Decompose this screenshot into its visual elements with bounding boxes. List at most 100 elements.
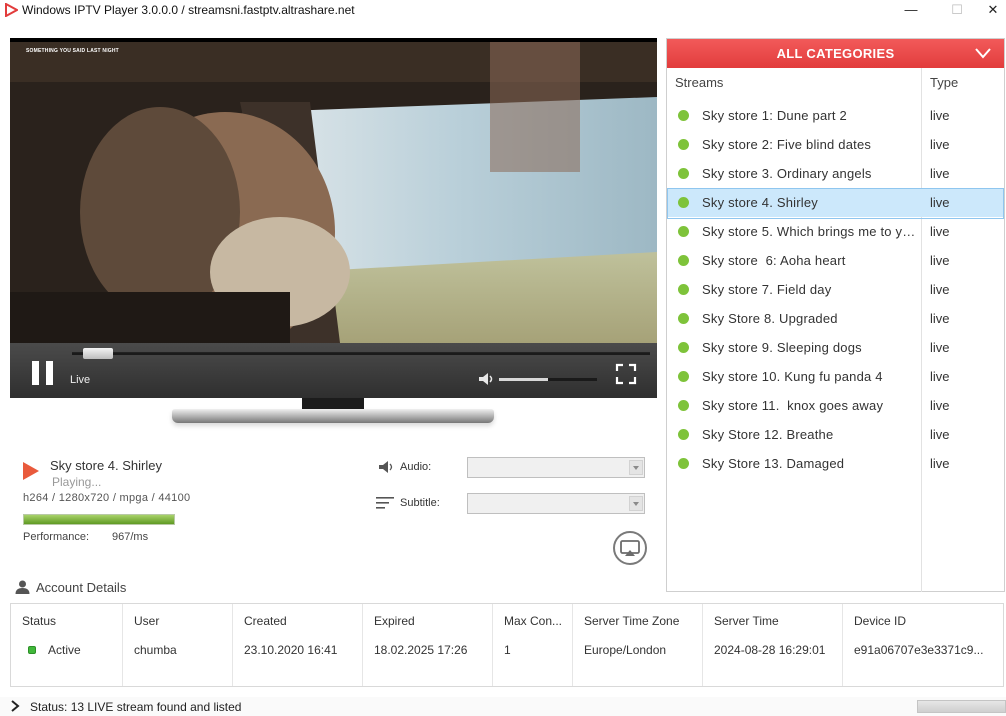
video-display[interactable]: SOMETHING YOU SAID LAST NIGHT	[10, 38, 657, 343]
close-button[interactable]: ✕	[970, 0, 1006, 22]
now-playing-status: Playing...	[52, 475, 102, 489]
stream-row[interactable]: Sky store 1: Dune part 2 live	[667, 101, 1004, 130]
audio-track-select[interactable]	[467, 457, 645, 478]
stream-row[interactable]: Sky store 10. Kung fu panda 4 live	[667, 362, 1004, 391]
account-column: Created 23.10.2020 16:41	[233, 604, 363, 686]
account-column-header: Device ID	[854, 614, 907, 628]
streams-column-header: Streams	[675, 75, 724, 90]
stream-name: Sky Store 12. Breathe	[702, 427, 834, 442]
account-column-header: Expired	[374, 614, 415, 628]
account-column: Server Time 2024-08-28 16:29:01	[703, 604, 843, 686]
account-value: Europe/London	[584, 643, 667, 657]
title-bar: Windows IPTV Player 3.0.0.0 / streamsni.…	[0, 0, 1006, 22]
volume-level	[499, 378, 548, 381]
live-status-icon	[678, 429, 689, 440]
live-status-icon	[678, 168, 689, 179]
user-icon	[15, 580, 30, 594]
live-status-icon	[678, 342, 689, 353]
stream-row[interactable]: Sky store 2: Five blind dates live	[667, 130, 1004, 159]
audio-label: Audio:	[400, 461, 432, 473]
live-status-icon	[678, 458, 689, 469]
account-column: Max Con... 1	[493, 604, 573, 686]
status-bar: Status: 13 LIVE stream found and listed	[0, 697, 1006, 716]
account-value: e91a06707e3e3371c9...	[854, 643, 984, 657]
seek-handle[interactable]	[82, 348, 113, 359]
stream-type: live	[930, 311, 950, 326]
chevron-down-icon[interactable]	[629, 496, 643, 511]
fullscreen-icon[interactable]	[615, 363, 637, 385]
account-value: Active	[48, 643, 81, 657]
stream-type: live	[930, 340, 950, 355]
account-details-title: Account Details	[36, 580, 127, 595]
stream-type: live	[930, 253, 950, 268]
pause-icon-bar	[46, 361, 53, 385]
stream-row[interactable]: Sky store 6: Aoha heart live	[667, 246, 1004, 275]
account-value: 2024-08-28 16:29:01	[714, 643, 826, 657]
type-column-header: Type	[930, 75, 959, 90]
stream-type: live	[930, 369, 950, 384]
stream-name: Sky store 2: Five blind dates	[702, 137, 872, 152]
stream-type: live	[930, 166, 950, 181]
stream-row[interactable]: Sky store 9. Sleeping dogs live	[667, 333, 1004, 362]
minimize-button[interactable]: —	[888, 0, 934, 22]
performance-bar-fill	[24, 515, 174, 524]
stream-row[interactable]: Sky store 7. Field day live	[667, 275, 1004, 304]
stream-name: Sky store 4. Shirley	[702, 195, 818, 210]
account-value: 23.10.2020 16:41	[244, 643, 338, 657]
seek-bar[interactable]	[72, 352, 650, 355]
performance-label: Performance:	[23, 531, 90, 543]
stream-row[interactable]: Sky store 5. Which brings me to you live	[667, 217, 1004, 246]
account-column: Status Active	[11, 604, 123, 686]
stream-type: live	[930, 282, 950, 297]
status-text: Status: 13 LIVE stream found and listed	[30, 700, 242, 714]
stream-name: Sky store 11. knox goes away	[702, 398, 884, 413]
stream-row[interactable]: Sky Store 12. Breathe live	[667, 420, 1004, 449]
performance-bar	[23, 514, 175, 525]
status-progress	[917, 700, 1006, 713]
video-overlay-text: SOMETHING YOU SAID LAST NIGHT	[26, 48, 119, 54]
stream-type: live	[930, 456, 950, 471]
active-status-icon	[28, 646, 36, 654]
player-controls: Live	[10, 343, 657, 398]
live-status-icon	[678, 371, 689, 382]
stream-name: Sky store 1: Dune part 2	[702, 108, 847, 123]
codec-info: h264 / 1280x720 / mpga / 44100	[23, 492, 191, 504]
window-title: Windows IPTV Player 3.0.0.0 / streamsni.…	[22, 3, 355, 17]
account-value: 18.02.2025 17:26	[374, 643, 468, 657]
chevron-down-icon[interactable]	[629, 460, 643, 475]
volume-icon[interactable]	[478, 372, 496, 386]
account-details-table: Status Active User chumba Created 23.10.2020 …	[10, 603, 1004, 687]
stream-name: Sky store 5. Which brings me to you	[702, 224, 916, 239]
stream-name: Sky Store 8. Upgraded	[702, 311, 838, 326]
stream-row[interactable]: Sky store 3. Ordinary angels live	[667, 159, 1004, 188]
live-status-icon	[678, 197, 689, 208]
subtitle-select[interactable]	[467, 493, 645, 514]
now-playing-title: Sky store 4. Shirley	[50, 458, 162, 473]
subtitle-icon	[376, 497, 394, 509]
video-frame-image	[10, 42, 657, 343]
volume-slider[interactable]	[499, 378, 597, 381]
stream-name: Sky store 6: Aoha heart	[702, 253, 846, 268]
chevron-right-icon[interactable]	[10, 700, 20, 712]
account-value: 1	[504, 643, 511, 657]
stream-row[interactable]: Sky store 4. Shirley live	[667, 188, 1004, 219]
live-label: Live	[70, 374, 91, 386]
pause-button[interactable]	[32, 361, 54, 385]
cast-button[interactable]	[613, 531, 647, 565]
stream-list: Sky store 1: Dune part 2 live Sky store 2:…	[667, 101, 1004, 478]
live-status-icon	[678, 284, 689, 295]
stream-type: live	[930, 427, 950, 442]
stream-row[interactable]: Sky store 11. knox goes away live	[667, 391, 1004, 420]
account-column: Expired 18.02.2025 17:26	[363, 604, 493, 686]
stream-type: live	[930, 137, 950, 152]
live-status-icon	[678, 139, 689, 150]
stream-row[interactable]: Sky Store 8. Upgraded live	[667, 304, 1004, 333]
live-status-icon	[678, 226, 689, 237]
stream-type: live	[930, 195, 950, 210]
stream-row[interactable]: Sky Store 13. Damaged live	[667, 449, 1004, 478]
play-icon	[23, 462, 39, 480]
account-column-header: Created	[244, 614, 287, 628]
live-status-icon	[678, 313, 689, 324]
app-logo-icon	[5, 3, 18, 17]
category-dropdown[interactable]: ALL CATEGORIES	[667, 39, 1004, 68]
